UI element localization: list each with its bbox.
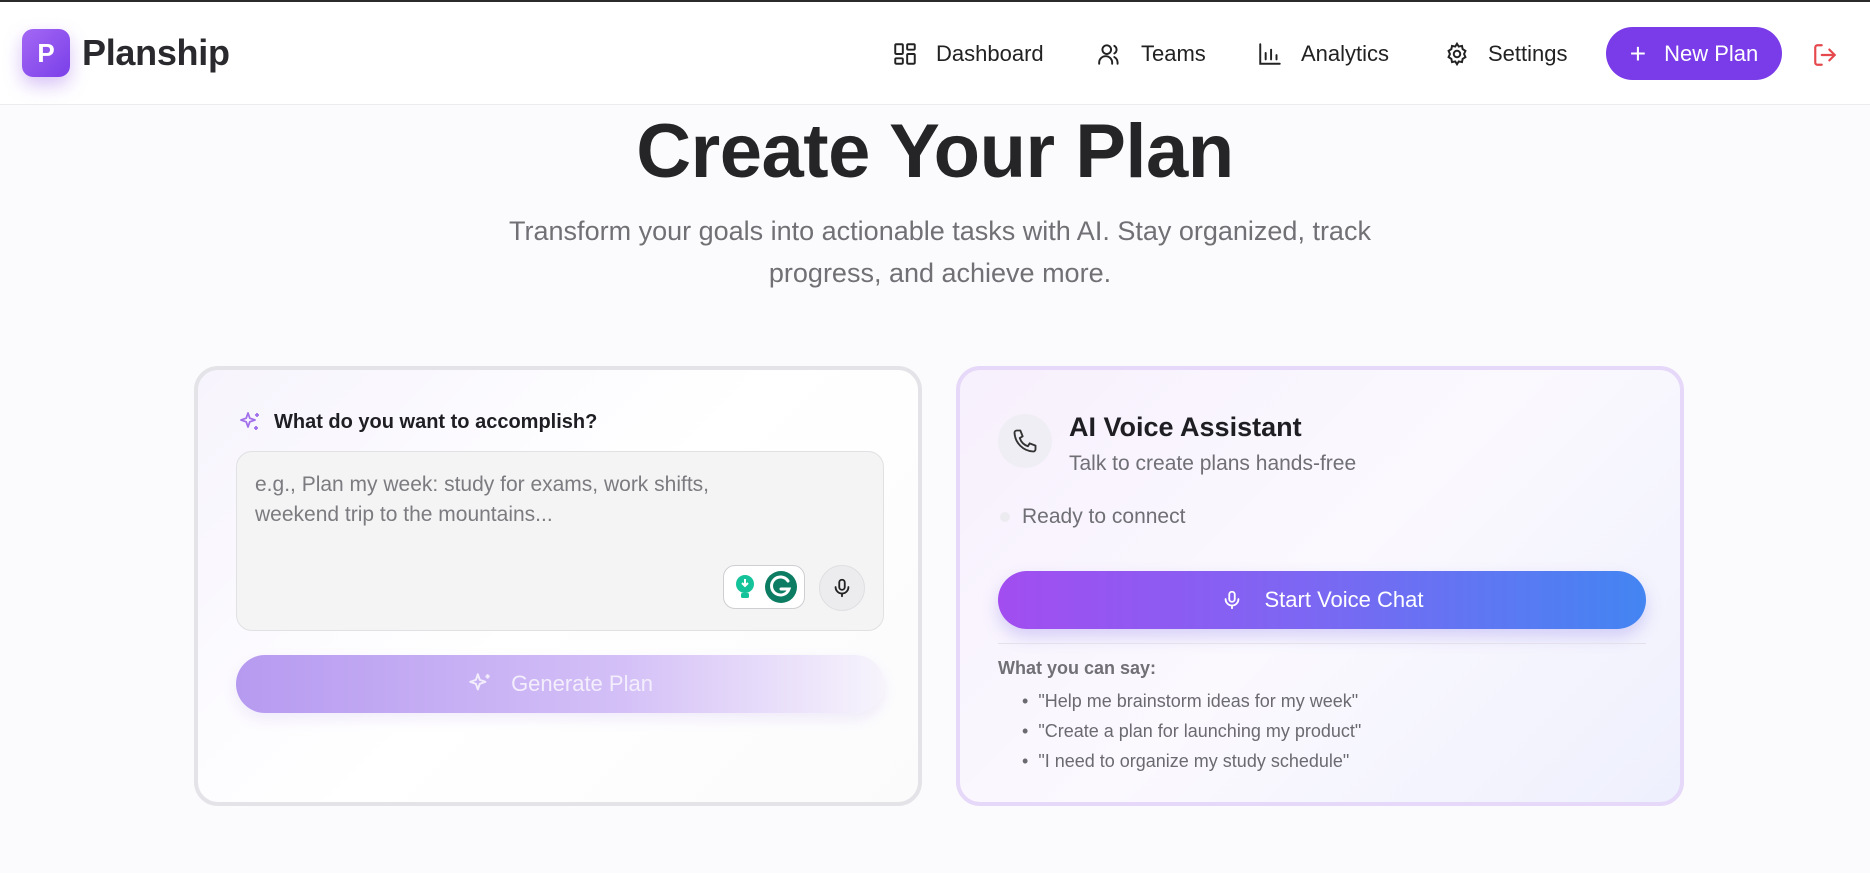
generate-plan-label: Generate Plan xyxy=(511,671,653,696)
top-navbar: P Planship Dashboard Teams Analytics Set… xyxy=(0,2,1870,105)
plus-icon: + xyxy=(1629,37,1647,69)
nav-dashboard[interactable]: Dashboard xyxy=(892,38,1044,70)
divider xyxy=(998,643,1646,644)
app-name[interactable]: Planship xyxy=(82,32,230,74)
bar-chart-icon xyxy=(1259,43,1281,65)
page-subtitle: Transform your goals into actionable tas… xyxy=(509,216,1371,288)
start-voice-chat-button[interactable]: Start Voice Chat xyxy=(998,571,1646,629)
nav-analytics-label: Analytics xyxy=(1301,41,1390,66)
phone-icon-badge xyxy=(998,414,1052,468)
voice-assistant-subtitle: Talk to create plans hands-free xyxy=(1069,452,1357,475)
gear-icon xyxy=(1447,41,1467,67)
start-voice-chat-label: Start Voice Chat xyxy=(1264,587,1424,612)
example-item: "I need to organize my study schedule" xyxy=(1022,746,1361,776)
nav-dashboard-label: Dashboard xyxy=(936,41,1044,66)
examples-list: "Help me brainstorm ideas for my week" "… xyxy=(1022,686,1361,776)
example-item: "Help me brainstorm ideas for my week" xyxy=(1022,686,1361,716)
grammarly-widget[interactable] xyxy=(723,565,805,609)
users-icon xyxy=(1098,44,1119,65)
microphone-icon xyxy=(834,578,850,598)
dictation-mic-button[interactable] xyxy=(819,565,865,611)
new-plan-button[interactable]: + New Plan xyxy=(1606,27,1782,80)
voice-assistant-card: AI Voice Assistant Talk to create plans … xyxy=(956,366,1684,806)
logout-icon[interactable] xyxy=(1812,42,1838,68)
sparkles-icon xyxy=(469,673,490,691)
microphone-icon xyxy=(1224,590,1239,610)
sparkles-icon xyxy=(240,412,259,430)
plan-question-row: What do you want to accomplish? xyxy=(238,410,597,434)
connection-status: Ready to connect xyxy=(1000,505,1185,529)
nav-settings-label: Settings xyxy=(1488,41,1568,66)
example-item: "Create a plan for launching my product" xyxy=(1022,716,1361,746)
plan-question-label: What do you want to accomplish? xyxy=(274,410,598,433)
plan-goal-placeholder: e.g., Plan my week: study for exams, wor… xyxy=(255,473,709,526)
plan-goal-textarea[interactable]: e.g., Plan my week: study for exams, wor… xyxy=(236,451,884,631)
nav-teams[interactable]: Teams xyxy=(1097,38,1206,70)
dashboard-grid-icon xyxy=(894,43,916,65)
phone-icon xyxy=(1013,429,1037,453)
voice-assistant-title: AI Voice Assistant xyxy=(1069,412,1302,442)
examples-heading: What you can say: xyxy=(998,658,1157,678)
logo-icon[interactable]: P xyxy=(22,29,70,77)
nav-settings[interactable]: Settings xyxy=(1444,38,1568,70)
nav-teams-label: Teams xyxy=(1141,41,1206,66)
plan-input-card: What do you want to accomplish? e.g., Pl… xyxy=(194,366,922,806)
connection-status-text: Ready to connect xyxy=(1022,505,1186,528)
grammarly-icon xyxy=(765,571,797,603)
lightbulb-icon xyxy=(736,575,754,598)
generate-plan-button[interactable]: Generate Plan xyxy=(236,655,884,713)
nav-analytics[interactable]: Analytics xyxy=(1257,38,1389,70)
status-dot xyxy=(1000,512,1010,522)
new-plan-label: New Plan xyxy=(1664,40,1759,66)
page-title: Create Your Plan xyxy=(636,109,1234,194)
